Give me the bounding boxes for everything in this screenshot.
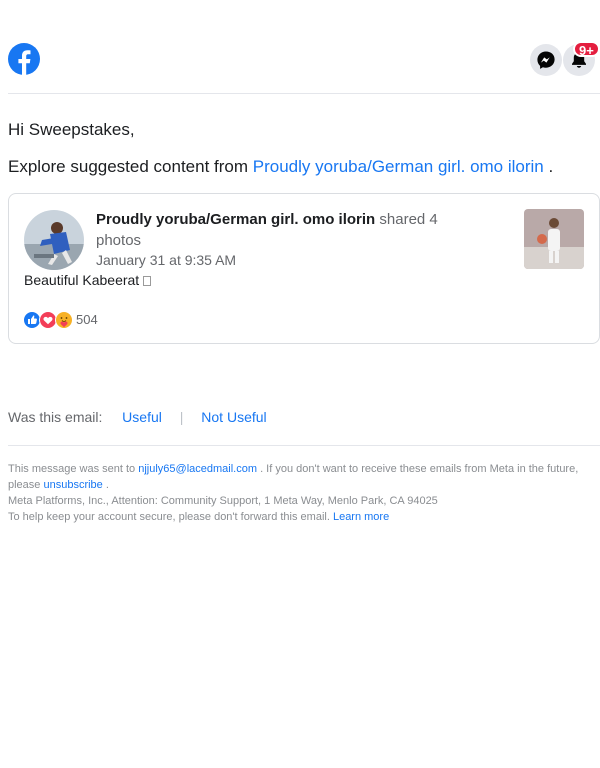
post-page-name[interactable]: Proudly yoruba/German girl. omo ilorin bbox=[96, 211, 375, 228]
footer-security-text: To help keep your account secure, please… bbox=[8, 511, 333, 523]
facebook-logo-icon[interactable] bbox=[8, 43, 40, 75]
post-card[interactable]: Proudly yoruba/German girl. omo ilorin s… bbox=[8, 193, 600, 344]
email-footer: This message was sent to njjuly65@lacedm… bbox=[8, 461, 600, 525]
post-photo-thumbnail[interactable] bbox=[524, 209, 584, 269]
unsubscribe-link[interactable]: unsubscribe bbox=[43, 479, 102, 491]
explore-heading: Explore suggested content from Proudly y… bbox=[8, 157, 553, 177]
post-caption: Beautiful Kabeerat bbox=[24, 272, 152, 288]
explore-suffix: . bbox=[543, 157, 554, 176]
greeting-text: Hi Sweepstakes, bbox=[8, 120, 135, 139]
footer-security: To help keep your account secure, please… bbox=[8, 509, 600, 525]
post-timestamp: January 31 at 9:35 AM bbox=[96, 252, 237, 268]
feedback-row: Was this email: Useful | Not Useful bbox=[8, 409, 267, 425]
recipient-email-link[interactable]: njjuly65@lacedmail.com bbox=[138, 463, 257, 475]
useful-link[interactable]: Useful bbox=[122, 409, 162, 425]
page-link[interactable]: Proudly yoruba/German girl. omo ilorin bbox=[253, 157, 544, 176]
footer-divider bbox=[8, 445, 600, 446]
learn-more-link[interactable]: Learn more bbox=[333, 511, 389, 523]
footer-unsub-suffix: . bbox=[102, 479, 109, 491]
header-divider bbox=[8, 93, 600, 94]
caption-text: Beautiful Kabeerat bbox=[24, 272, 140, 288]
notification-badge: 9+ bbox=[573, 41, 600, 58]
care-icon bbox=[55, 311, 73, 329]
footer-sent-to: This message was sent to njjuly65@lacedm… bbox=[8, 461, 600, 493]
messenger-icon[interactable] bbox=[530, 44, 562, 76]
explore-prefix: Explore suggested content from bbox=[8, 157, 253, 176]
footer-sent-prefix: This message was sent to bbox=[8, 463, 139, 475]
feedback-separator: | bbox=[179, 409, 184, 425]
page-avatar[interactable] bbox=[24, 210, 84, 270]
missing-glyph-icon bbox=[143, 276, 152, 287]
footer-address: Meta Platforms, Inc., Attention: Communi… bbox=[8, 495, 438, 507]
email-header: 9+ bbox=[8, 40, 600, 80]
post-header: Proudly yoruba/German girl. omo ilorin s… bbox=[96, 209, 476, 251]
reaction-count[interactable]: 504 bbox=[76, 312, 98, 327]
not-useful-link[interactable]: Not Useful bbox=[201, 409, 266, 425]
feedback-prompt: Was this email: bbox=[8, 409, 103, 425]
